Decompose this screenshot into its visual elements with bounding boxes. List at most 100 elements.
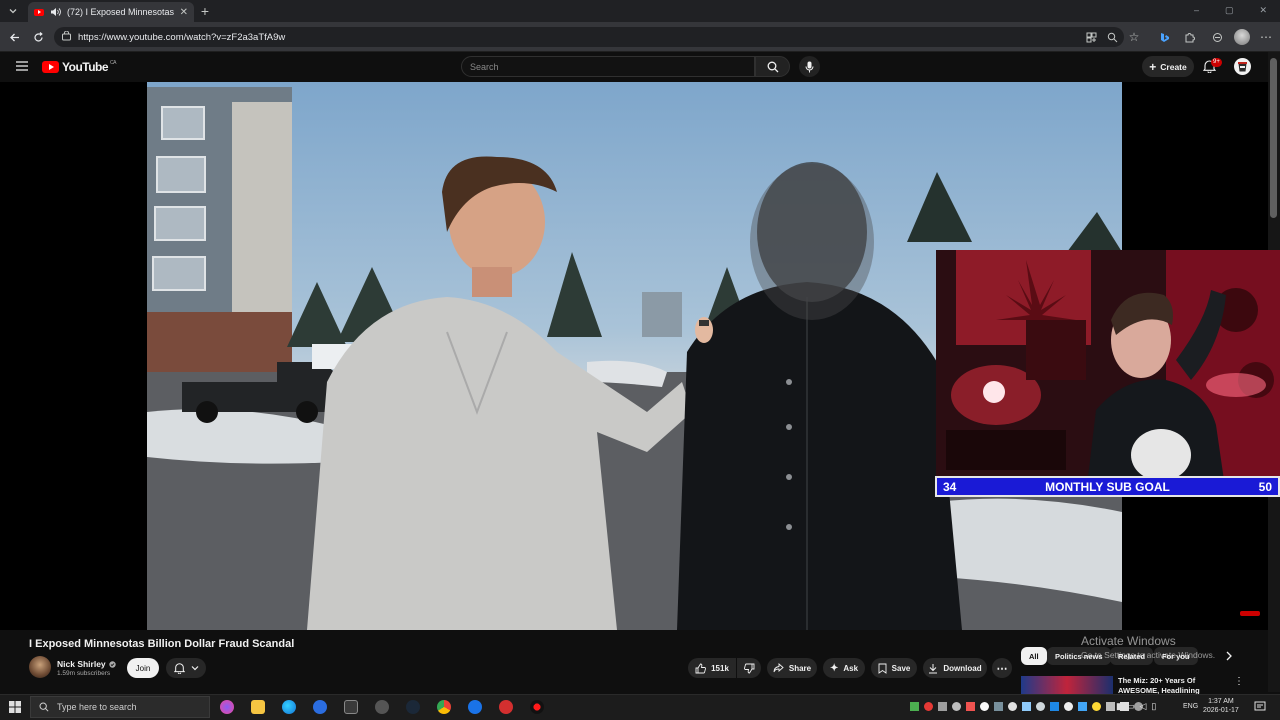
save-button[interactable]: Save	[871, 658, 917, 678]
recommended-thumbnail[interactable]	[1021, 676, 1113, 694]
join-button[interactable]: Join	[127, 658, 159, 678]
subscribe-watermark-icon[interactable]	[1240, 611, 1260, 616]
notification-center-icon[interactable]	[1254, 701, 1266, 713]
steam-icon[interactable]	[406, 700, 420, 714]
tray-app-icon[interactable]	[910, 702, 919, 711]
tray-system-icons: ▮ ▭ ◁ ▯	[1116, 701, 1156, 712]
like-button[interactable]: 151k	[688, 658, 736, 678]
download-button[interactable]: Download	[923, 658, 987, 678]
search-placeholder: Search	[470, 62, 499, 72]
profile-avatar[interactable]	[1234, 29, 1250, 45]
youtube-logo-text: YouTube	[62, 60, 109, 74]
tray-app-icon[interactable]	[1078, 702, 1087, 711]
extension-bing-icon[interactable]	[1157, 30, 1171, 44]
browser-extension-icon[interactable]	[1210, 30, 1224, 44]
minimize-icon[interactable]: –	[1194, 5, 1199, 16]
app-available-icon[interactable]	[1084, 30, 1098, 44]
file-explorer-icon[interactable]	[251, 700, 265, 714]
region-code: CA	[110, 60, 116, 66]
search-icon	[39, 702, 49, 712]
create-button[interactable]: + Create	[1142, 56, 1194, 77]
account-avatar[interactable]	[1234, 58, 1251, 75]
network-icon[interactable]: ▭	[1126, 701, 1135, 712]
chevron-down-icon	[191, 666, 198, 671]
channel-name-row[interactable]: Nick Shirley	[57, 659, 116, 669]
more-actions-button[interactable]: ⋯	[992, 658, 1012, 678]
download-label: Download	[943, 663, 982, 673]
taskbar-search-box[interactable]: Type here to search	[30, 696, 210, 718]
obs-record-icon[interactable]	[530, 700, 544, 714]
taskbar-apps	[220, 700, 544, 714]
battery-icon[interactable]: ▯	[1151, 701, 1156, 712]
site-info-icon[interactable]	[61, 31, 72, 42]
ask-button[interactable]: ✦ Ask	[823, 658, 865, 678]
like-count: 151k	[711, 663, 729, 673]
tab-close-icon[interactable]: ✕	[180, 7, 188, 18]
app-dark-icon[interactable]	[344, 700, 358, 714]
volume-icon[interactable]: ◁	[1139, 701, 1146, 712]
app-browser-icon[interactable]	[468, 700, 482, 714]
chips-next-arrow-icon[interactable]	[1225, 651, 1233, 661]
verified-check-icon	[108, 660, 116, 668]
channel-name: Nick Shirley	[57, 659, 106, 669]
youtube-logo[interactable]: YouTube CA	[42, 60, 116, 74]
tray-app-icon[interactable]	[994, 702, 1003, 711]
hamburger-menu-icon[interactable]	[16, 61, 28, 71]
maximize-icon[interactable]: ▢	[1225, 5, 1234, 16]
save-label: Save	[891, 663, 911, 673]
favorite-star-icon[interactable]: ☆	[1127, 30, 1141, 44]
browser-menu-icon[interactable]: ⋯	[1259, 30, 1273, 44]
clock-time: 1:37 AM	[1208, 698, 1234, 705]
usb-icon[interactable]: ▮	[1116, 701, 1121, 712]
subscriber-count: 1.59m subscribers	[57, 670, 111, 677]
search-button[interactable]	[755, 56, 790, 77]
app-red-icon[interactable]	[499, 700, 513, 714]
settings-gear-icon[interactable]	[375, 700, 389, 714]
copilot-icon[interactable]	[220, 700, 234, 714]
back-arrow-icon[interactable]	[7, 30, 21, 44]
tray-app-icon[interactable]	[1050, 702, 1059, 711]
download-icon	[929, 663, 938, 673]
create-label: Create	[1160, 61, 1187, 72]
channel-avatar[interactable]	[29, 656, 51, 678]
dislike-button[interactable]	[737, 658, 761, 678]
window-close-icon[interactable]: ✕	[1260, 5, 1268, 16]
tray-app-icon[interactable]	[980, 702, 989, 711]
tray-app-icon[interactable]	[1022, 702, 1031, 711]
activate-windows-title: Activate Windows	[1081, 634, 1176, 648]
taskbar-clock[interactable]: 1:37 AM 2026-01-17	[1203, 697, 1239, 715]
tray-app-icon[interactable]	[1036, 702, 1045, 711]
language-indicator[interactable]: ENG	[1183, 703, 1198, 710]
share-button[interactable]: Share	[767, 658, 817, 678]
windows-start-icon[interactable]	[9, 701, 21, 713]
chrome-icon[interactable]	[437, 700, 451, 714]
url-text: https://www.youtube.com/watch?v=zF2a3aTf…	[78, 31, 286, 43]
edge-icon[interactable]	[282, 700, 296, 714]
chip-all[interactable]: All	[1021, 647, 1047, 665]
recommended-more-icon[interactable]: ⋮	[1234, 676, 1244, 687]
extensions-puzzle-icon[interactable]	[1182, 30, 1196, 44]
new-tab-icon[interactable]: +	[198, 3, 212, 19]
sub-goal-label: MONTHLY SUB GOAL	[1045, 479, 1170, 494]
tray-app-icon[interactable]	[938, 702, 947, 711]
tray-app-icon[interactable]	[1008, 702, 1017, 711]
tray-app-icon[interactable]	[1064, 702, 1073, 711]
share-icon	[773, 663, 784, 673]
subscription-bell-button[interactable]	[166, 658, 206, 678]
speaker-icon[interactable]	[50, 7, 61, 17]
zoom-icon[interactable]	[1105, 30, 1119, 44]
tray-app-icon[interactable]	[924, 702, 933, 711]
tray-app-icon[interactable]	[1092, 702, 1101, 711]
browser-tab-active[interactable]: (72) I Exposed Minnesotas B ✕	[28, 2, 194, 22]
tab-list-chevron-icon[interactable]	[6, 4, 20, 18]
tray-app-icon[interactable]	[952, 702, 961, 711]
voice-search-button[interactable]	[799, 56, 820, 77]
address-bar[interactable]: https://www.youtube.com/watch?v=zF2a3aTf…	[54, 27, 1124, 47]
tray-app-icon[interactable]	[966, 702, 975, 711]
reload-icon[interactable]	[31, 30, 45, 44]
tray-app-icon[interactable]	[1106, 702, 1115, 711]
app-blue-icon[interactable]	[313, 700, 327, 714]
scrollbar-thumb[interactable]	[1270, 58, 1277, 218]
recommended-title[interactable]: The Miz: 20+ Years Of AWESOME, Headlinin…	[1118, 676, 1208, 694]
search-input[interactable]: Search	[461, 56, 755, 77]
